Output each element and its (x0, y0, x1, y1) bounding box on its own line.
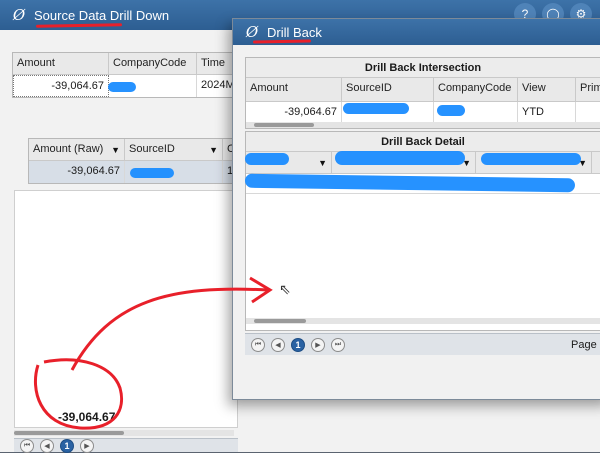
column-header-companycode[interactable]: CompanyCode (434, 78, 518, 102)
redaction-scribble (481, 153, 581, 165)
previous-page-icon[interactable]: ◀ (40, 438, 54, 453)
column-header-amount[interactable]: Amount (246, 78, 342, 102)
amount-raw-cell[interactable]: -39,064.67 (29, 161, 125, 183)
redaction-scribble (335, 151, 465, 165)
intersection-view-cell[interactable]: YTD (518, 102, 576, 122)
filter-icon[interactable]: ▼ (111, 145, 120, 155)
detail-scrollbar[interactable] (246, 318, 600, 324)
window-title: Source Data Drill Down (34, 7, 170, 23)
scrollbar-thumb[interactable] (14, 431, 124, 435)
detail-column-header-4[interactable] (592, 152, 600, 174)
horizontal-scrollbar[interactable] (14, 430, 234, 436)
first-page-icon[interactable]: ⏮ (20, 438, 34, 453)
amount-raw-label: Amount (Raw) (33, 143, 104, 155)
drill-back-title: Drill Back (267, 24, 322, 40)
results-area (14, 190, 238, 428)
detail-title: Drill Back Detail (246, 132, 600, 152)
intersection-prim-cell[interactable] (576, 102, 600, 122)
previous-page-icon[interactable]: ◀ (271, 337, 285, 352)
next-page-icon[interactable]: ▶ (311, 337, 325, 352)
redaction-scribble (108, 82, 136, 92)
scrollbar-thumb[interactable] (254, 319, 306, 323)
drill-back-window: Ø Drill Back Drill Back Intersection Amo… (232, 18, 600, 400)
last-page-icon[interactable]: ⏭ (331, 337, 345, 352)
scrollbar-thumb[interactable] (254, 123, 314, 127)
page-label: Page (571, 339, 597, 351)
redaction-scribble (343, 103, 409, 114)
bottom-pager: ⏮ ◀ 1 ▶ (14, 438, 238, 453)
sourceid-label: SourceID (129, 143, 175, 155)
intersection-title: Drill Back Intersection (246, 58, 600, 78)
total-amount: -39,064.67 (58, 410, 116, 424)
column-header-prim[interactable]: Prim (576, 78, 600, 102)
column-header-view[interactable]: View (518, 78, 576, 102)
column-header-amount-raw[interactable]: Amount (Raw) ▼ (29, 139, 125, 161)
filter-icon[interactable]: ▼ (209, 145, 218, 155)
intersection-amount-cell[interactable]: -39,064.67 (246, 102, 342, 122)
column-header-sourceid[interactable]: SourceID (342, 78, 434, 102)
intersection-scrollbar[interactable] (246, 122, 600, 128)
redaction-scribble (437, 105, 465, 116)
column-header-companycode[interactable]: CompanyCode (109, 53, 197, 75)
mouse-cursor-icon: ⇖ (279, 281, 291, 297)
redaction-scribble (245, 153, 289, 165)
amount-cell[interactable]: -39,064.67 (13, 75, 109, 97)
column-header-amount[interactable]: Amount (13, 53, 109, 75)
redaction-scribble (130, 168, 174, 178)
filter-icon[interactable]: ▼ (318, 158, 327, 168)
page-number-button[interactable]: 1 (291, 337, 305, 352)
page-number-button[interactable]: 1 (60, 438, 74, 453)
column-header-sourceid[interactable]: SourceID ▼ (125, 139, 223, 161)
drill-back-pager: ⏮ ◀ 1 ▶ ⏭ (245, 333, 600, 355)
drill-back-intersection-panel: Drill Back Intersection Amount SourceID … (245, 57, 600, 129)
next-page-icon[interactable]: ▶ (80, 438, 94, 453)
onestream-logo-icon: Ø (12, 6, 26, 24)
first-page-icon[interactable]: ⏮ (251, 337, 265, 352)
onestream-logo-icon: Ø (245, 23, 259, 41)
